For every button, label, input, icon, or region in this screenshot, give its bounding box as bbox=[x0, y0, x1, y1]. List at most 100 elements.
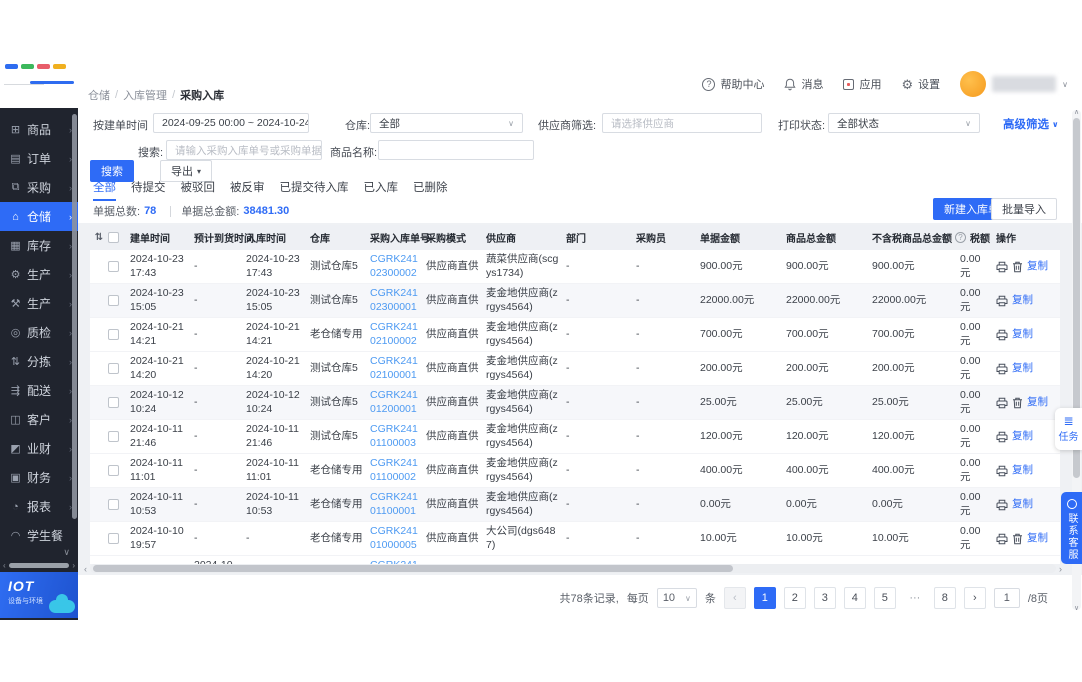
supplier-filter-input[interactable]: 请选择供应商 bbox=[602, 113, 762, 133]
scroll-down-icon[interactable]: ∨ bbox=[1072, 604, 1081, 612]
warehouse-select[interactable]: 全部 ∨ bbox=[370, 113, 523, 133]
scroll-right-icon[interactable]: › bbox=[72, 561, 75, 570]
scroll-thumb[interactable] bbox=[8, 562, 70, 568]
row-checkbox[interactable] bbox=[108, 295, 119, 306]
status-tab[interactable]: 已入库 bbox=[364, 179, 399, 201]
print-status-select[interactable]: 全部状态 ∨ bbox=[828, 113, 980, 133]
time-type-select[interactable]: 按建单时间∨ bbox=[93, 117, 158, 133]
settings-link[interactable]: ⚙ 设置 bbox=[901, 76, 940, 92]
sidebar-item[interactable]: ⇅ 分拣 › bbox=[0, 347, 78, 376]
select-all-checkbox[interactable] bbox=[108, 232, 119, 243]
print-icon[interactable] bbox=[996, 499, 1008, 511]
row-checkbox[interactable] bbox=[108, 533, 119, 544]
sidebar-item[interactable]: ◩ 业财 › bbox=[0, 434, 78, 463]
table-row[interactable]: 2024-10-11 21:46 - 2024-10-11 21:46 测试仓库… bbox=[90, 420, 1060, 454]
page-number-button[interactable]: 1 bbox=[753, 587, 776, 609]
prev-page-button[interactable]: ‹ bbox=[723, 587, 746, 609]
page-number-button[interactable]: 8 bbox=[933, 587, 956, 609]
column-settings-icon[interactable]: ⇅ bbox=[95, 232, 103, 243]
status-tab[interactable]: 被反审 bbox=[230, 179, 265, 201]
table-row[interactable]: 2024-10-11 11:01 - 2024-10-11 11:01 老仓储专… bbox=[90, 454, 1060, 488]
print-icon[interactable] bbox=[996, 329, 1008, 341]
sidebar-item[interactable]: ⇶ 配送 › bbox=[0, 376, 78, 405]
copy-link[interactable]: 复制 bbox=[1012, 498, 1033, 511]
messages-link[interactable]: 消息 bbox=[784, 76, 823, 92]
sidebar-item[interactable]: ◔ 报表 › bbox=[0, 492, 78, 521]
iot-banner[interactable]: IOT 设备与环境 bbox=[0, 572, 78, 618]
table-hscrollbar[interactable]: ‹ › bbox=[84, 563, 1062, 574]
advanced-filter-link[interactable]: 高级筛选 ∨ bbox=[1003, 116, 1059, 132]
copy-link[interactable]: 复制 bbox=[1012, 328, 1033, 341]
tasks-widget[interactable]: ≣ 任务 bbox=[1055, 408, 1082, 450]
sidebar-scrollbar[interactable] bbox=[72, 114, 77, 519]
page-number-button[interactable]: 2 bbox=[783, 587, 806, 609]
sidebar-item[interactable]: ◎ 质检 › bbox=[0, 318, 78, 347]
next-page-button[interactable]: › bbox=[963, 587, 986, 609]
delete-icon[interactable] bbox=[1012, 261, 1023, 273]
order-no-link[interactable]: CGRK24102100001 bbox=[370, 355, 420, 381]
print-icon[interactable] bbox=[996, 533, 1008, 545]
scroll-right-icon[interactable]: › bbox=[1059, 564, 1062, 574]
status-tab[interactable]: 已删除 bbox=[413, 179, 448, 201]
table-row[interactable]: 2024-10-10 19:57 - - 老仓储专用 CGRK241010000… bbox=[90, 522, 1060, 556]
date-range-input[interactable]: 2024-09-25 00:00 ~ 2024-10-24 24:00 bbox=[153, 113, 309, 133]
sidebar-item[interactable]: ⊞ 商品 › bbox=[0, 115, 78, 144]
copy-link[interactable]: 复制 bbox=[1027, 532, 1048, 545]
scroll-left-icon[interactable]: ‹ bbox=[3, 561, 6, 570]
row-checkbox[interactable] bbox=[108, 397, 119, 408]
table-row[interactable]: 2024-10-23 15:05 - 2024-10-23 15:05 测试仓库… bbox=[90, 284, 1060, 318]
product-name-input[interactable] bbox=[378, 140, 534, 160]
row-checkbox[interactable] bbox=[108, 261, 119, 272]
row-checkbox[interactable] bbox=[108, 431, 119, 442]
sidebar-item[interactable]: ⌂ 仓储 › bbox=[0, 202, 78, 231]
order-no-link[interactable]: CGRK24102100002 bbox=[370, 321, 420, 347]
table-row[interactable]: 2024-10-12 10:24 - 2024-10-12 10:24 测试仓库… bbox=[90, 386, 1060, 420]
status-tab[interactable]: 全部 bbox=[93, 179, 116, 201]
scroll-track[interactable] bbox=[90, 564, 1056, 573]
apps-link[interactable]: 应用 bbox=[843, 76, 881, 92]
customer-service-button[interactable]: 联系客服 bbox=[1061, 492, 1082, 564]
page-number-button[interactable]: 4 bbox=[843, 587, 866, 609]
print-icon[interactable] bbox=[996, 261, 1008, 273]
page-number-button[interactable]: 3 bbox=[813, 587, 836, 609]
order-no-link[interactable]: CGRK24101100001 bbox=[370, 491, 420, 517]
print-icon[interactable] bbox=[996, 431, 1008, 443]
breadcrumb-inbound-mgmt[interactable]: 入库管理 bbox=[123, 87, 167, 103]
page-size-select[interactable]: 10 ∨ bbox=[656, 588, 697, 608]
delete-icon[interactable] bbox=[1012, 397, 1023, 409]
sidebar-more-chevron[interactable]: ∨ bbox=[63, 547, 70, 558]
breadcrumb-warehouse[interactable]: 仓储 bbox=[88, 87, 110, 103]
sidebar-item[interactable]: ▦ 库存 › bbox=[0, 231, 78, 260]
print-icon[interactable] bbox=[996, 465, 1008, 477]
user-menu[interactable]: ∨ bbox=[960, 71, 1068, 97]
sidebar-item[interactable]: ◫ 客户 › bbox=[0, 405, 78, 434]
scroll-up-icon[interactable]: ∧ bbox=[1072, 108, 1081, 116]
order-no-link[interactable]: CGRK24101000005 bbox=[370, 525, 420, 551]
copy-link[interactable]: 复制 bbox=[1012, 362, 1033, 375]
page-jump-input[interactable]: 1 bbox=[993, 588, 1020, 608]
page-number-button[interactable]: ··· bbox=[904, 587, 926, 609]
table-row[interactable]: 2024-10-21 14:21 - 2024-10-21 14:21 老仓储专… bbox=[90, 318, 1060, 352]
copy-link[interactable]: 复制 bbox=[1012, 430, 1033, 443]
scroll-left-icon[interactable]: ‹ bbox=[84, 564, 87, 574]
status-tab[interactable]: 待提交 bbox=[131, 179, 166, 201]
row-checkbox[interactable] bbox=[108, 329, 119, 340]
app-logo[interactable] bbox=[0, 60, 78, 108]
scroll-thumb[interactable] bbox=[93, 565, 733, 572]
sidebar-item[interactable]: ▣ 财务 › bbox=[0, 463, 78, 492]
copy-link[interactable]: 复制 bbox=[1012, 294, 1033, 307]
order-no-link[interactable]: CGRK24101100003 bbox=[370, 423, 420, 449]
row-checkbox[interactable] bbox=[108, 499, 119, 510]
print-icon[interactable] bbox=[996, 397, 1008, 409]
status-tab[interactable]: 已提交待入库 bbox=[280, 179, 349, 201]
sidebar-item[interactable]: ⚙ 生产 › bbox=[0, 260, 78, 289]
copy-link[interactable]: 复制 bbox=[1027, 396, 1048, 409]
batch-import-button[interactable]: 批量导入 bbox=[991, 198, 1057, 220]
status-tab[interactable]: 被驳回 bbox=[181, 179, 216, 201]
search-input[interactable]: 请输入采购入库单号或采购单据号 bbox=[166, 140, 322, 160]
sidebar-hscrollbar[interactable]: ‹ › bbox=[0, 560, 78, 570]
order-no-link[interactable]: CGRK24101200001 bbox=[370, 389, 420, 415]
table-row[interactable]: 2024-10-11 10:53 - 2024-10-11 10:53 老仓储专… bbox=[90, 488, 1060, 522]
row-checkbox[interactable] bbox=[108, 465, 119, 476]
delete-icon[interactable] bbox=[1012, 533, 1023, 545]
